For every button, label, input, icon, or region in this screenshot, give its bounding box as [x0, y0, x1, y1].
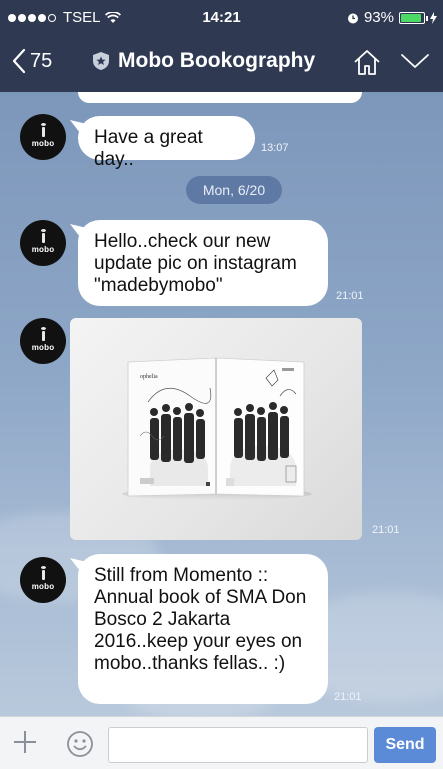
message-input[interactable] [108, 727, 368, 763]
avatar-label: mobo [31, 342, 55, 352]
avatar[interactable]: mobo [20, 114, 66, 160]
attach-button[interactable] [12, 729, 38, 760]
previous-message-bubble [78, 92, 362, 103]
menu-toggle-button[interactable] [400, 52, 430, 75]
message-text: Have a great day.. [94, 127, 203, 170]
shield-icon [93, 52, 109, 70]
battery-level-fill [401, 13, 422, 22]
message-text: Hello..check our new update pic on insta… [94, 231, 297, 296]
message-bubble[interactable]: Hello..check our new update pic on insta… [78, 220, 328, 306]
message-time: 21:01 [372, 524, 400, 536]
home-button[interactable] [352, 47, 382, 82]
emoji-button[interactable] [66, 730, 94, 763]
status-bar: TSEL 14:21 93% [0, 0, 443, 34]
chat-header: 75 Mobo Bookography [0, 34, 443, 92]
avatar[interactable]: mobo [20, 318, 66, 364]
plus-icon [14, 731, 36, 753]
chevron-left-icon [12, 48, 26, 74]
yearbook-photo-illustration: ophelia [122, 357, 312, 500]
message-bubble[interactable]: Still from Momento :: Annual book of SMA… [78, 554, 328, 704]
charging-icon [430, 11, 437, 24]
carrier-name: TSEL [63, 9, 101, 26]
avatar[interactable]: mobo [20, 220, 66, 266]
wifi-icon [104, 11, 121, 23]
home-icon [354, 50, 380, 75]
chat-title-text: Mobo Bookography [118, 49, 316, 72]
battery-status: 93% [347, 9, 437, 26]
chat-messages-area[interactable]: mobo Have a great day.. 13:07 Mon, 6/20 … [0, 92, 443, 716]
avatar-label: mobo [31, 244, 55, 254]
shared-photo[interactable]: ophelia [70, 318, 362, 540]
avatar-label: mobo [31, 138, 55, 148]
message-bubble[interactable]: Have a great day.. [78, 116, 255, 170]
emoji-icon [67, 731, 93, 757]
logo-mark-icon [40, 326, 46, 341]
signal-strength-icon [8, 13, 56, 22]
carrier-info: TSEL [8, 9, 121, 26]
logo-mark-icon [40, 565, 46, 580]
svg-text:ophelia: ophelia [140, 374, 158, 380]
message-time: 21:01 [336, 290, 364, 302]
logo-mark-icon [40, 122, 46, 137]
message-text: Still from Momento :: Annual book of SMA… [94, 565, 307, 674]
back-button[interactable]: 75 [12, 48, 52, 74]
message-time: 21:01 [334, 691, 362, 703]
chevron-down-icon [401, 54, 429, 68]
unread-count: 75 [30, 49, 53, 72]
avatar[interactable]: mobo [20, 557, 66, 603]
battery-icon [399, 11, 428, 24]
logo-mark-icon [40, 228, 46, 243]
message-time: 13:07 [261, 142, 289, 154]
alarm-icon [347, 13, 358, 23]
chat-title[interactable]: Mobo Bookography [92, 49, 315, 73]
avatar-label: mobo [31, 581, 55, 591]
date-divider: Mon, 6/20 [186, 176, 282, 204]
battery-percent: 93% [363, 9, 394, 26]
send-button[interactable]: Send [374, 727, 436, 763]
message-input-bar: Send [0, 716, 443, 769]
